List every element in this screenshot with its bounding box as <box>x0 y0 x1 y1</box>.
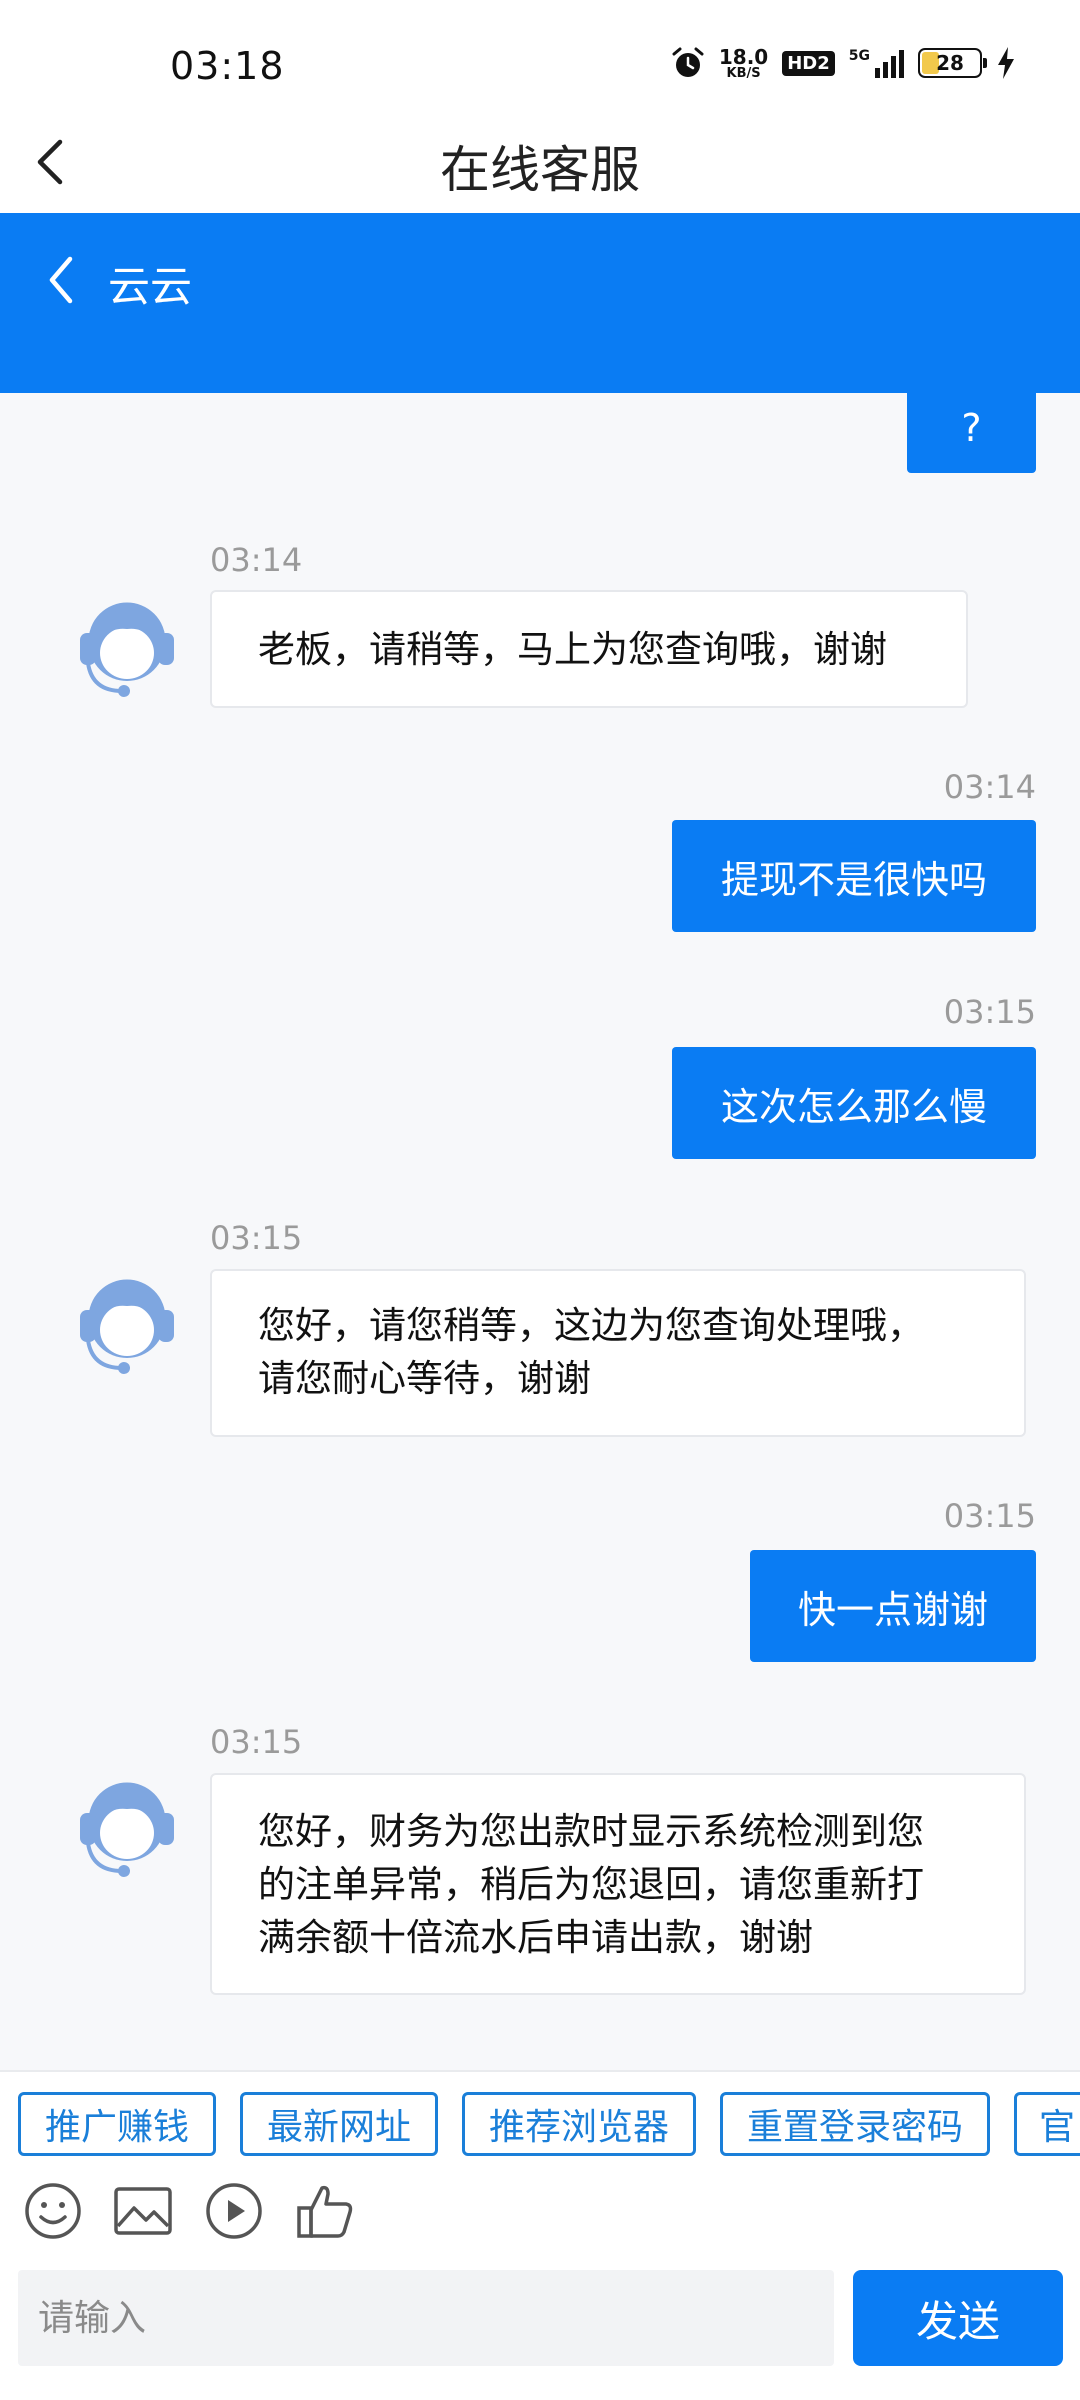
play-icon[interactable] <box>203 2180 265 2242</box>
message-time: 03:15 <box>943 993 1036 1031</box>
message-time: 03:15 <box>210 1723 303 1761</box>
agent-name: 云云 <box>108 262 193 311</box>
charging-icon <box>998 47 1014 79</box>
quick-reply-button[interactable]: 推荐浏览器 <box>462 2092 696 2156</box>
status-icons: 18.0 KB/S HD2 5G 28 <box>671 46 1016 80</box>
agent-message: 您好，请您稍等，这边为您查询处理哦， 请您耐心等待，谢谢 <box>210 1269 1026 1437</box>
message-line: 的注单异常，稍后为您退回，请您重新打 <box>258 1863 924 1906</box>
status-bar: 03:18 18.0 KB/S HD2 5G 28 <box>0 0 1080 110</box>
user-message: ? <box>907 393 1036 473</box>
network-type: 5G <box>848 48 870 64</box>
agent-avatar-icon <box>80 602 174 697</box>
message-input[interactable] <box>18 2270 834 2366</box>
tool-bar <box>0 2160 1080 2270</box>
message-time: 03:15 <box>943 1497 1036 1535</box>
emoji-icon[interactable] <box>22 2180 84 2242</box>
chat-area[interactable]: ? 03:14 老板，请稍等，马上为您查询哦，谢谢 03:14 提现不是很快吗 … <box>0 393 1080 2070</box>
quick-reply-bar[interactable]: 推广赚钱 最新网址 推荐浏览器 重置登录密码 官 <box>0 2070 1080 2160</box>
battery-level: 28 <box>936 51 964 75</box>
message-text: 提现不是很快吗 <box>720 857 987 902</box>
image-icon[interactable] <box>112 2180 174 2242</box>
agent-message: 您好，财务为您出款时显示系统检测到您 的注单异常，稍后为您退回，请您重新打 满余… <box>210 1773 1026 1995</box>
title-bar: 在线客服 <box>0 110 1080 213</box>
message-line: 请您耐心等待，谢谢 <box>258 1357 591 1400</box>
message-time: 03:15 <box>210 1219 303 1257</box>
agent-avatar-icon <box>80 1782 174 1877</box>
message-line: 满余额十倍流水后申请出款，谢谢 <box>258 1916 813 1959</box>
battery-icon: 28 <box>918 48 987 78</box>
message-time: 03:14 <box>210 541 303 579</box>
input-row: 发送 <box>0 2270 1080 2400</box>
network-speed-unit: KB/S <box>726 65 761 81</box>
thumbs-up-icon[interactable] <box>294 2180 356 2242</box>
message-text: ? <box>961 406 982 450</box>
quick-reply-button[interactable]: 推广赚钱 <box>18 2092 216 2156</box>
message-line: 您好，请您稍等，这边为您查询处理哦， <box>258 1304 924 1347</box>
user-message: 这次怎么那么慢 <box>672 1047 1036 1159</box>
alarm-icon <box>672 47 704 77</box>
user-message: 提现不是很快吗 <box>672 820 1036 932</box>
network-speed-value: 18.0 <box>718 44 769 69</box>
quick-reply-button[interactable]: 重置登录密码 <box>720 2092 990 2156</box>
agent-avatar-icon <box>80 1279 174 1374</box>
message-time: 03:14 <box>943 768 1036 806</box>
hd-voice-badge: HD2 <box>782 50 835 76</box>
status-time: 03:18 <box>170 44 285 88</box>
quick-reply-button[interactable]: 官 <box>1014 2092 1080 2156</box>
chat-header: 云云 <box>0 213 1080 393</box>
message-text: 快一点谢谢 <box>797 1587 988 1632</box>
network-speed: 18.0 KB/S <box>719 47 768 80</box>
message-line: 您好，财务为您出款时显示系统检测到您 <box>258 1810 924 1853</box>
message-text: 老板，请稍等，马上为您查询哦，谢谢 <box>258 627 887 671</box>
quick-reply-button[interactable]: 最新网址 <box>240 2092 438 2156</box>
chat-back-icon[interactable] <box>40 253 84 307</box>
agent-message: 老板，请稍等，马上为您查询哦，谢谢 <box>210 590 968 708</box>
page-title: 在线客服 <box>440 141 640 199</box>
send-button[interactable]: 发送 <box>853 2270 1063 2366</box>
user-message: 快一点谢谢 <box>750 1550 1036 1662</box>
message-text: 这次怎么那么慢 <box>720 1084 987 1129</box>
signal-icon: 5G <box>849 48 904 78</box>
